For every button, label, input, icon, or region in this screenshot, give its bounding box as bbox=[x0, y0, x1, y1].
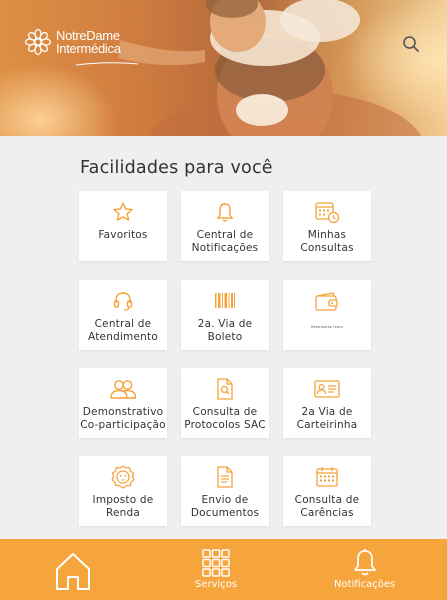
barcode-icon bbox=[215, 293, 235, 308]
calendar-clock-icon bbox=[315, 202, 340, 224]
tile-minhas-consultas[interactable]: Minhas Consultas bbox=[283, 191, 371, 261]
tile-label: Central de Notificações bbox=[191, 229, 259, 254]
bell-icon bbox=[353, 549, 376, 576]
search-button[interactable] bbox=[401, 34, 421, 54]
bottom-nav: Serviços Notificações bbox=[0, 539, 447, 600]
tile-envio-documentos[interactable]: Envio de Documentos bbox=[181, 456, 269, 526]
tile-label: Consulta de Carências bbox=[294, 494, 360, 519]
tile-label: Reembolso Ieum bbox=[310, 325, 344, 329]
logo-flower-icon bbox=[24, 28, 52, 56]
nav-notifications[interactable]: Notificações bbox=[334, 548, 395, 590]
search-icon bbox=[403, 36, 419, 52]
tile-favoritos[interactable]: Favoritos bbox=[79, 191, 167, 261]
home-icon bbox=[56, 553, 90, 590]
tile-label: Central de Atendimento bbox=[88, 318, 158, 343]
tile-label: Consulta de Protocolos SAC bbox=[184, 406, 266, 431]
tile-central-atendimento[interactable]: Central de Atendimento bbox=[79, 280, 167, 350]
nav-home[interactable] bbox=[54, 551, 92, 593]
tile-reembolso[interactable]: Reembolso Ieum bbox=[283, 280, 371, 350]
tile-label: Minhas Consultas bbox=[300, 229, 354, 254]
grid-icon bbox=[202, 549, 230, 577]
tile-label: Imposto de Renda bbox=[92, 494, 154, 519]
tile-imposto-renda[interactable]: Imposto de Renda bbox=[79, 456, 167, 526]
tile-protocolos-sac[interactable]: Consulta de Protocolos SAC bbox=[181, 368, 269, 438]
document-icon bbox=[217, 466, 233, 488]
tile-demonstrativo[interactable]: Demonstrativo Co-participação bbox=[79, 368, 167, 438]
section-title: Facilidades para você bbox=[80, 158, 273, 178]
tile-label: Envio de Documentos bbox=[190, 494, 260, 519]
id-card-icon bbox=[314, 380, 340, 398]
nav-services-label: Serviços bbox=[195, 579, 238, 590]
brand-logo: NotreDame Intermédica bbox=[24, 28, 139, 66]
hero-banner: NotreDame Intermédica bbox=[0, 0, 447, 136]
brand-name-line2: Intermédica bbox=[56, 41, 121, 56]
nav-services[interactable]: Serviços bbox=[195, 549, 237, 590]
tile-label: Favoritos bbox=[98, 229, 148, 241]
tile-via-boleto[interactable]: 2a. Via de Boleto bbox=[181, 280, 269, 350]
bell-icon bbox=[216, 203, 234, 222]
tile-label: 2a. Via de Boleto bbox=[197, 318, 253, 343]
logo-swoosh bbox=[75, 62, 139, 66]
tile-label: Demonstrativo Co-participação bbox=[80, 406, 166, 431]
tile-via-carteirinha[interactable]: 2a Via de Carteirinha bbox=[283, 368, 371, 438]
tile-central-notificacoes[interactable]: Central de Notificações bbox=[181, 191, 269, 261]
tile-label: 2a Via de Carteirinha bbox=[296, 406, 358, 431]
calendar-grid-icon bbox=[316, 467, 338, 487]
nav-notifications-label: Notificações bbox=[334, 579, 396, 590]
users-icon bbox=[110, 380, 137, 399]
star-icon bbox=[113, 202, 133, 221]
headset-icon bbox=[113, 292, 133, 311]
tile-consulta-carencias[interactable]: Consulta de Carências bbox=[283, 456, 371, 526]
wallet-icon bbox=[315, 292, 338, 311]
lion-icon bbox=[111, 465, 135, 489]
document-search-icon bbox=[217, 378, 233, 400]
